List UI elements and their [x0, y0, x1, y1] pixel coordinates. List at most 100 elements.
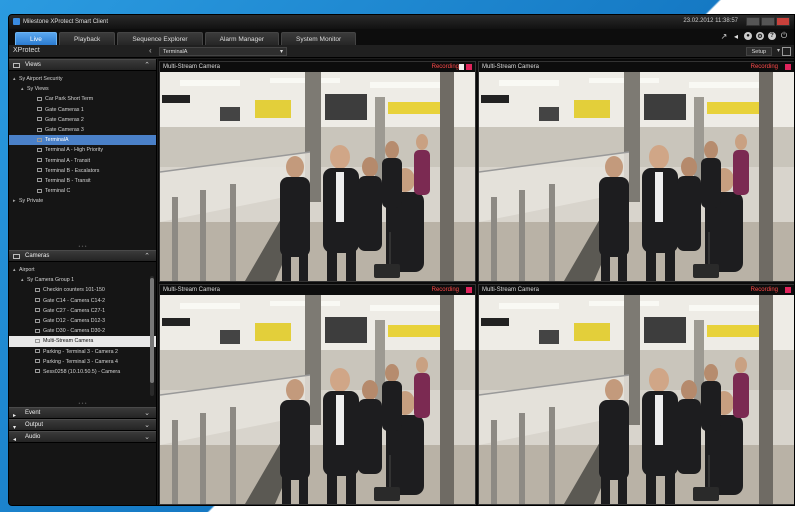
cameras-section-header[interactable]: Cameras ⌃ [9, 250, 156, 262]
camera-item[interactable]: Sess0258 (10.10.50.5) - Camera [9, 367, 156, 377]
view-toolbar: XProtect ‹ TerminalA ▾ Setup ▾ [9, 45, 794, 58]
camera-item[interactable]: Checkin counters 101-150 [9, 285, 156, 295]
views-section-header[interactable]: Views ⌃ [9, 59, 156, 71]
scrollbar-thumb[interactable] [150, 278, 154, 383]
tab-system-monitor[interactable]: System Monitor [281, 32, 357, 45]
pin-icon[interactable]: ↗ [720, 32, 728, 41]
tree-node[interactable]: ▴ Sy Airport Security [9, 74, 156, 84]
camera-item[interactable]: Gate D30 - Camera D30-2 [9, 326, 156, 336]
camera-icon [35, 359, 40, 364]
recording-indicator-icon [466, 287, 472, 293]
fullscreen-icon[interactable] [782, 47, 791, 56]
view-grid-icon [37, 158, 42, 163]
camera-tile-title: Multi-Stream Camera [479, 285, 794, 295]
view-item[interactable]: Gate Cameras 1 [9, 105, 156, 115]
logout-icon[interactable]: ⏻ [780, 31, 788, 40]
camera-icon [35, 369, 40, 374]
camera-feed-image [479, 72, 794, 281]
recording-indicator-icon [466, 64, 472, 70]
camera-tile[interactable]: Multi-Stream Camera Recording [159, 61, 476, 282]
camera-view-grid: Multi-Stream Camera Recording Multi-Stre… [158, 59, 794, 505]
audio-section-header[interactable]: ◂ Audio ⌄ [9, 431, 156, 443]
camera-item-selected[interactable]: Multi-Stream Camera [9, 336, 156, 347]
view-item-selected[interactable]: TerminalA [9, 135, 156, 146]
views-section-title: Views [25, 62, 41, 68]
recording-indicator-icon [785, 287, 791, 293]
tree-node[interactable]: ▴ Sy Camera Group 1 [9, 275, 156, 285]
collapse-panel-icon[interactable]: ‹ [149, 46, 152, 55]
output-section-header[interactable]: ▾ Output ⌄ [9, 419, 156, 431]
settings-icon[interactable]: ⚙ [756, 32, 764, 40]
recording-status: Recording [750, 287, 778, 293]
collapse-icon[interactable]: ⌃ [144, 251, 150, 262]
view-item[interactable]: Gate Cameras 2 [9, 115, 156, 125]
camera-tile[interactable]: Multi-Stream Camera Recording [159, 284, 476, 505]
close-button[interactable] [776, 17, 790, 26]
views-icon [13, 63, 20, 68]
tab-playback[interactable]: Playback [58, 32, 116, 45]
view-item[interactable]: Terminal A - High Priority [9, 145, 156, 155]
camera-tile[interactable]: Multi-Stream Camera Recording [478, 284, 794, 505]
dropdown-arrow-icon: ▾ [279, 49, 283, 55]
camera-tile-title: Multi-Stream Camera [160, 285, 475, 295]
minimize-button[interactable] [746, 17, 760, 26]
camera-tile[interactable]: Multi-Stream Camera Recording [478, 61, 794, 282]
maximize-button[interactable] [761, 17, 775, 26]
view-selector[interactable]: TerminalA ▾ [159, 47, 287, 56]
view-item[interactable]: Terminal C [9, 186, 156, 196]
expand-icon[interactable]: ⌄ [144, 420, 150, 431]
view-grid-icon [37, 178, 42, 183]
left-panel: Views ⌃ ▴ Sy Airport Security ▴ Sy Views C… [9, 59, 157, 505]
cameras-tree: ▴ Airport ▴ Sy Camera Group 1 Checkin coun… [9, 262, 156, 402]
view-grid-icon [37, 117, 42, 122]
product-name: XProtect [13, 47, 40, 54]
cameras-scrollbar[interactable] [150, 276, 154, 396]
view-grid-icon [37, 137, 42, 142]
clock: 23.02.2012 11:38:57 [683, 18, 738, 24]
smart-client-window: Milestone XProtect Smart Client 23.02.20… [8, 14, 795, 506]
view-grid-icon [37, 107, 42, 112]
view-grid-icon [37, 96, 42, 101]
camera-icon [35, 318, 40, 323]
event-section-header[interactable]: ▸ Event ⌄ [9, 407, 156, 419]
status-icon[interactable]: ● [744, 32, 752, 40]
camera-item[interactable]: Gate C14 - Camera C14-2 [9, 296, 156, 306]
camera-item[interactable]: Gate D12 - Camera D12-3 [9, 316, 156, 326]
camera-icon [13, 254, 20, 259]
event-icon: ▸ [13, 413, 17, 419]
view-grid-icon [37, 127, 42, 132]
camera-tile-title: Multi-Stream Camera [479, 62, 794, 72]
recording-status: Recording [431, 64, 459, 70]
camera-icon [35, 287, 40, 292]
app-logo-icon [13, 18, 20, 25]
tree-node[interactable]: ▴ Airport [9, 265, 156, 275]
help-icon[interactable]: ? [768, 32, 776, 40]
view-item[interactable]: Terminal B - Transit [9, 176, 156, 186]
tile-toolbar-icon[interactable] [459, 64, 464, 70]
camera-item[interactable]: Parking - Terminal 3 - Camera 2 [9, 347, 156, 357]
setup-dropdown-icon[interactable]: ▾ [777, 47, 780, 54]
camera-item[interactable]: Parking - Terminal 3 - Camera 4 [9, 357, 156, 367]
back-icon[interactable]: ◂ [732, 32, 740, 41]
camera-item[interactable]: Gate C27 - Camera C27-1 [9, 306, 156, 316]
camera-icon [35, 308, 40, 313]
tree-node[interactable]: ▴ Sy Views [9, 84, 156, 94]
expand-icon[interactable]: ⌄ [144, 432, 150, 443]
view-item[interactable]: Terminal B - Escalators [9, 166, 156, 176]
view-item[interactable]: Gate Cameras 3 [9, 125, 156, 135]
setup-button[interactable]: Setup [745, 47, 772, 56]
tab-live[interactable]: Live [15, 32, 57, 45]
expand-icon[interactable]: ⌄ [144, 408, 150, 419]
camera-icon [35, 338, 40, 343]
title-bar: Milestone XProtect Smart Client 23.02.20… [9, 15, 794, 29]
camera-feed-image [479, 295, 794, 504]
tab-alarm-manager[interactable]: Alarm Manager [204, 32, 280, 45]
view-item[interactable]: Terminal A - Transit [9, 156, 156, 166]
camera-feed-image [160, 295, 475, 504]
camera-icon [35, 349, 40, 354]
tab-sequence-explorer[interactable]: Sequence Explorer [117, 32, 203, 45]
view-item[interactable]: Car Park Short Term [9, 94, 156, 104]
tree-node[interactable]: ▸ Sy Private [9, 196, 156, 206]
collapse-icon[interactable]: ⌃ [144, 60, 150, 71]
cameras-section-title: Cameras [25, 253, 50, 259]
